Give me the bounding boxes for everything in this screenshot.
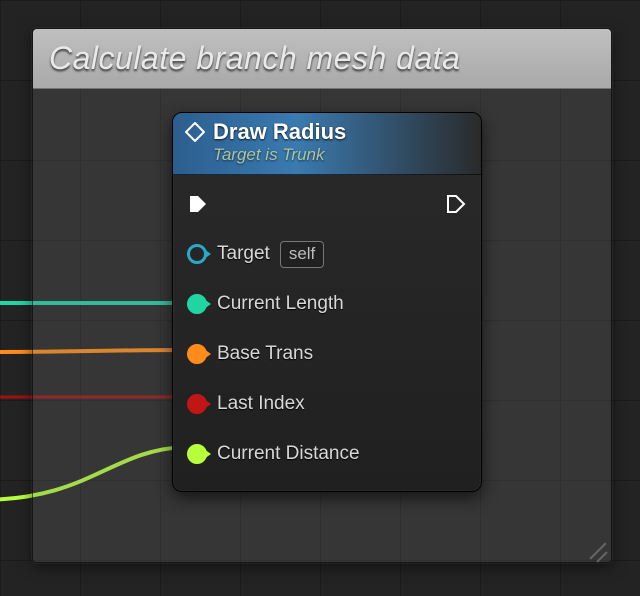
node-title: Draw Radius <box>213 119 346 145</box>
resize-handle[interactable] <box>583 534 607 558</box>
pin-target-label: Target <box>217 243 270 265</box>
pin-current-distance-label: Current Distance <box>217 443 360 465</box>
exec-row <box>187 185 467 223</box>
node-subtitle: Target is Trunk <box>213 145 469 165</box>
comment-title-text: Calculate branch mesh data <box>49 40 460 77</box>
pin-last-index-row: Last Index <box>187 385 467 423</box>
pin-current-length[interactable] <box>187 294 207 314</box>
pin-current-distance[interactable] <box>187 444 207 464</box>
node-body: Target self Current Length Base Trans La… <box>173 175 481 479</box>
exec-out-pin[interactable] <box>445 193 467 215</box>
node-header[interactable]: Draw Radius Target is Trunk <box>173 113 481 175</box>
node-draw-radius[interactable]: Draw Radius Target is Trunk Target self <box>172 112 482 492</box>
function-icon <box>185 122 205 142</box>
pin-base-trans[interactable] <box>187 344 207 364</box>
exec-in-pin[interactable] <box>187 193 209 215</box>
pin-target-value[interactable]: self <box>280 241 324 268</box>
pin-base-trans-label: Base Trans <box>217 343 313 365</box>
pin-base-trans-row: Base Trans <box>187 335 467 373</box>
pin-last-index-label: Last Index <box>217 393 305 415</box>
pin-target[interactable] <box>187 244 207 264</box>
pin-target-row: Target self <box>187 235 467 273</box>
pin-last-index[interactable] <box>187 394 207 414</box>
pin-current-length-label: Current Length <box>217 293 344 315</box>
pin-current-dist-row: Current Distance <box>187 435 467 473</box>
pin-current-length-row: Current Length <box>187 285 467 323</box>
comment-title[interactable]: Calculate branch mesh data <box>33 29 611 89</box>
